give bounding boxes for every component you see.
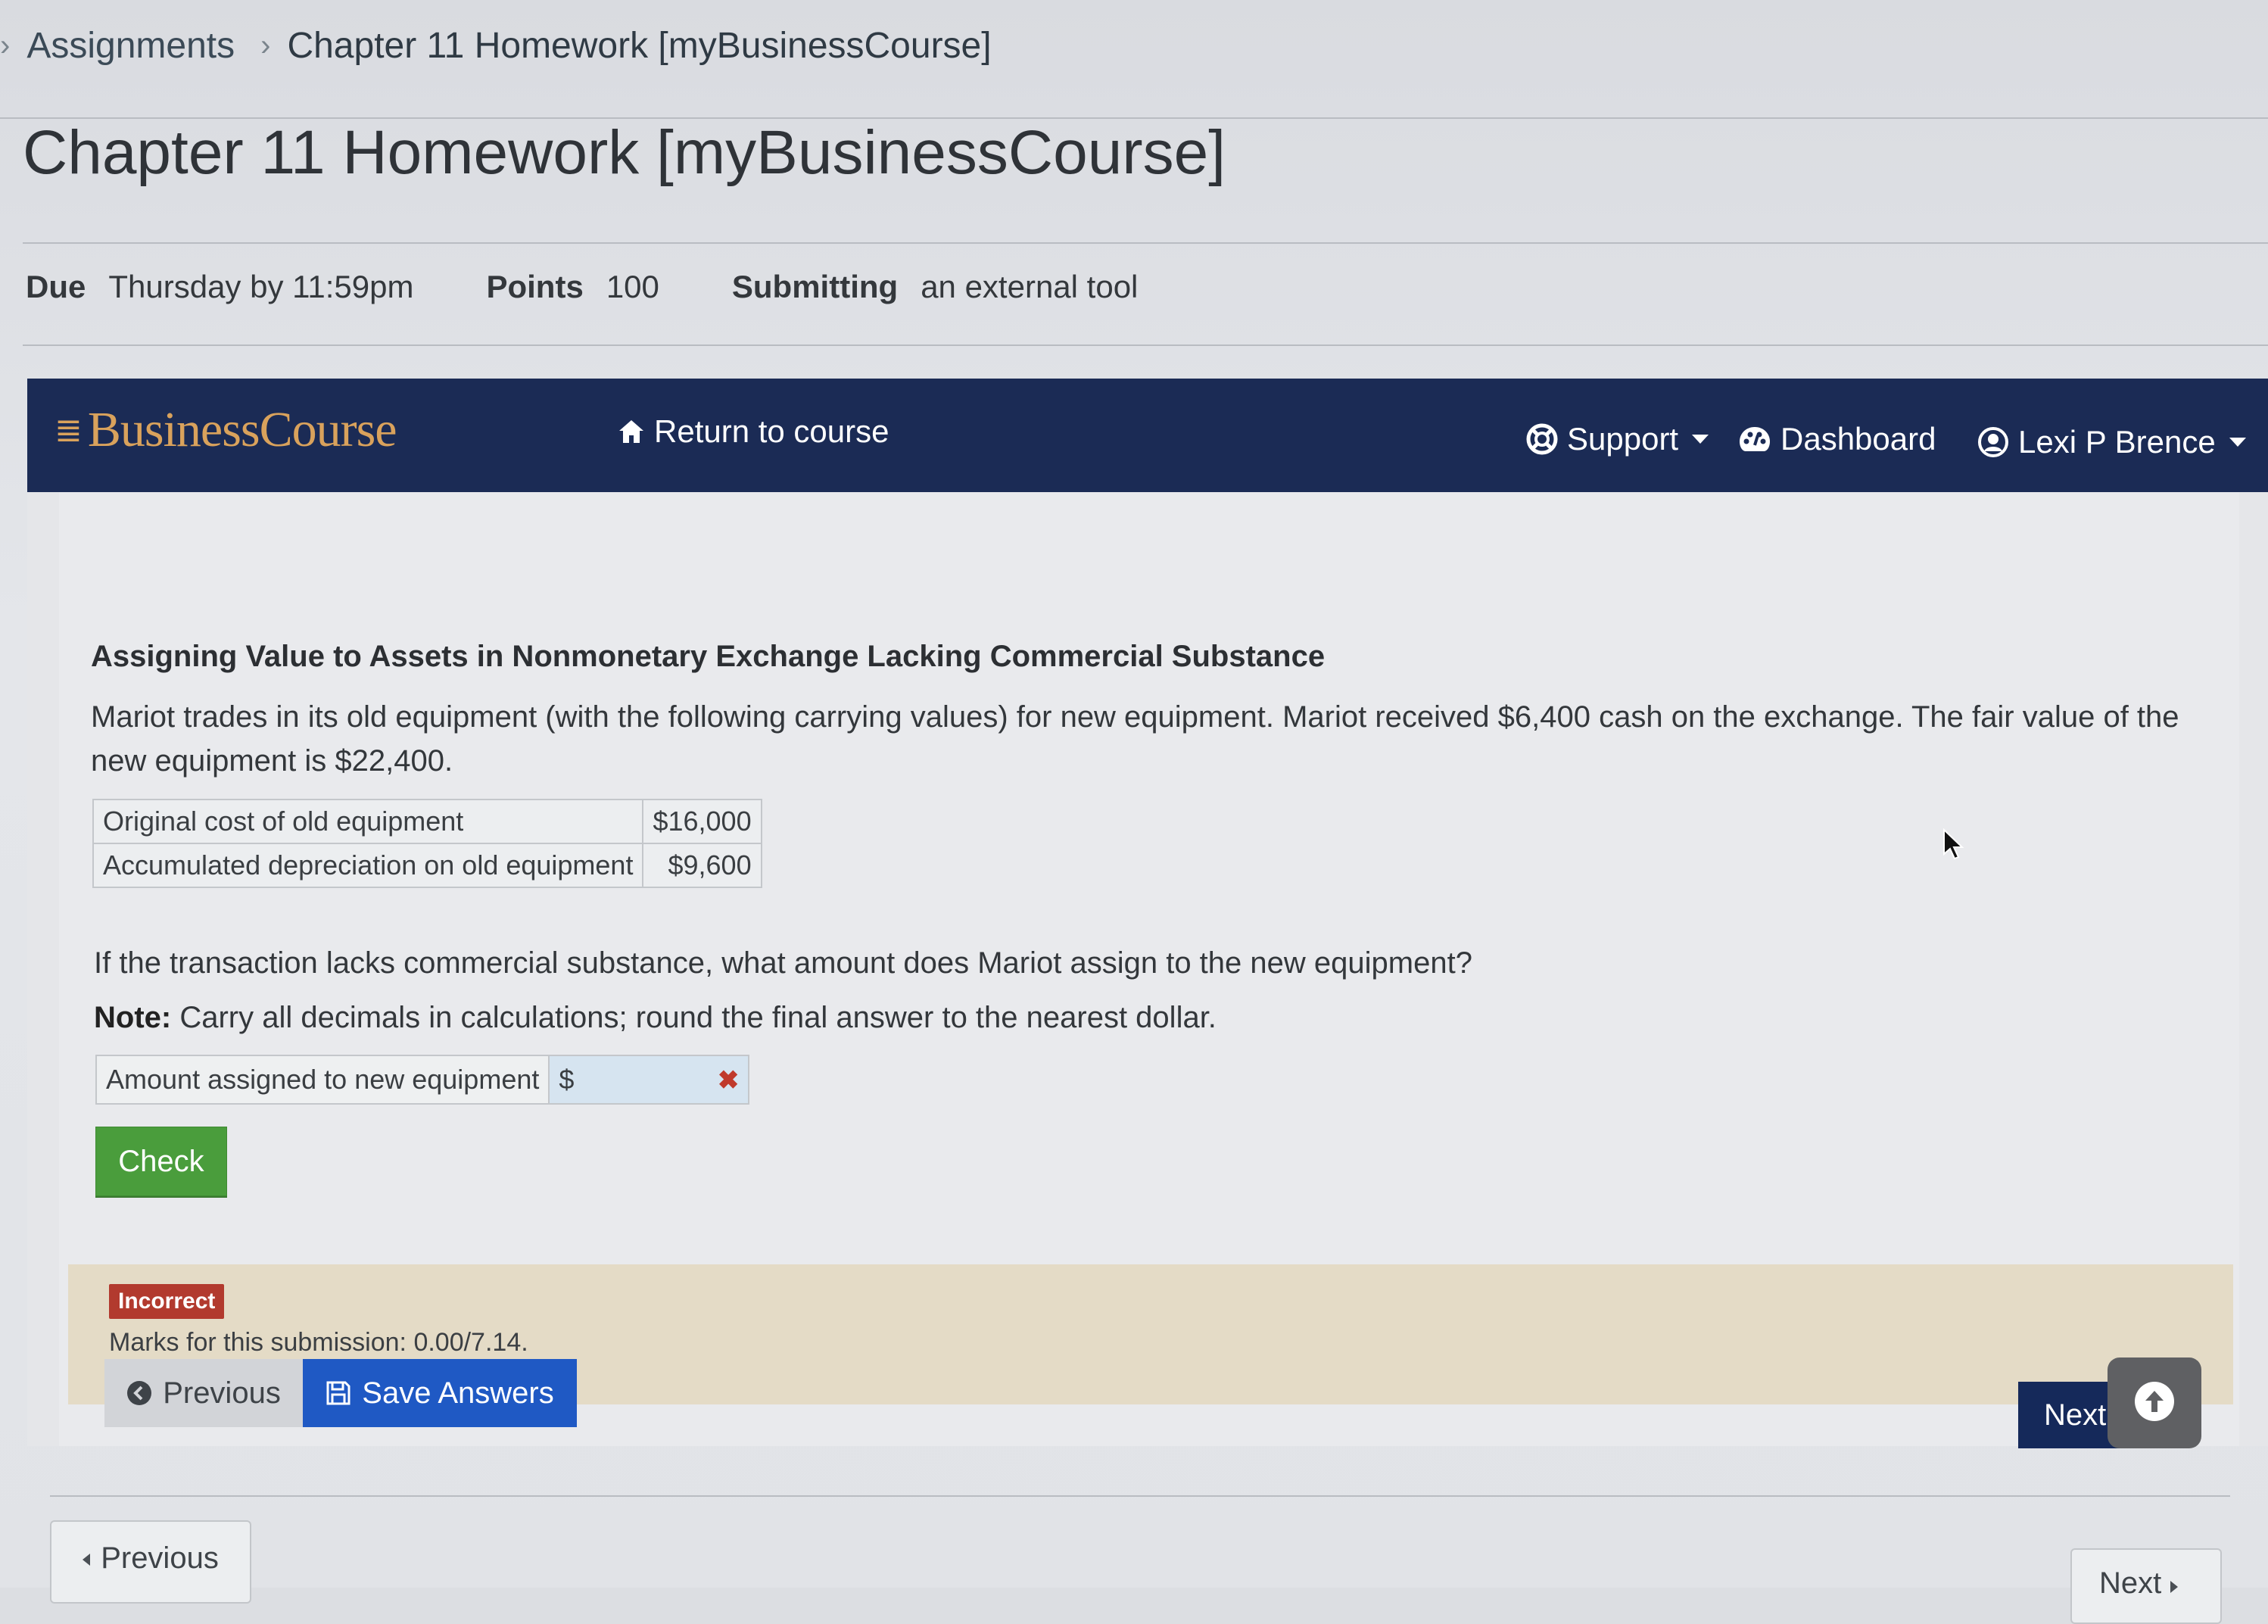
caret-down-icon xyxy=(2229,438,2246,447)
table-cell-label: Original cost of old equipment xyxy=(92,799,644,844)
breadcrumb-separator-icon: › xyxy=(260,28,271,62)
dashboard-label: Dashboard xyxy=(1780,421,1936,457)
floppy-disk-icon xyxy=(326,1380,351,1406)
incorrect-badge: Incorrect xyxy=(109,1284,225,1319)
user-menu[interactable]: Lexi P Brence xyxy=(1977,424,2246,460)
user-circle-icon xyxy=(1977,426,2009,458)
caret-right-icon xyxy=(2170,1581,2179,1593)
caret-down-icon xyxy=(1692,435,1709,444)
answer-row: Amount assigned to new equipment $ ✖ xyxy=(95,1055,750,1105)
mouse-pointer-icon xyxy=(1942,828,1965,865)
due-value: Thursday by 11:59pm xyxy=(108,269,414,304)
close-icon: ✖ xyxy=(717,1066,740,1095)
table-cell-value: $9,600 xyxy=(642,843,762,888)
question-prompt: If the transaction lacks commercial subs… xyxy=(94,946,1472,980)
divider xyxy=(50,1495,2230,1497)
question-note: Note: Carry all decimals in calculations… xyxy=(94,1001,1217,1035)
answer-field-wrapper: $ ✖ xyxy=(550,1056,749,1103)
breadcrumb-separator-icon: › xyxy=(0,28,11,62)
amount-input[interactable] xyxy=(578,1060,703,1099)
module-next-label: Next xyxy=(2099,1566,2162,1600)
user-name: Lexi P Brence xyxy=(2018,424,2216,460)
brand-name: BusinessCourse xyxy=(87,402,397,457)
table-cell-value: $16,000 xyxy=(642,799,762,844)
question-body: Mariot trades in its old equipment (with… xyxy=(91,700,2179,778)
check-button[interactable]: Check xyxy=(95,1127,227,1196)
save-answers-button[interactable]: Save Answers xyxy=(303,1359,577,1427)
support-label: Support xyxy=(1567,421,1679,457)
breadcrumb: › Assignments › Chapter 11 Homework [myB… xyxy=(0,15,992,76)
lifebuoy-icon xyxy=(1526,423,1558,455)
module-previous-label: Previous xyxy=(101,1541,219,1575)
divider xyxy=(23,344,2268,346)
page-title: Chapter 11 Homework [myBusinessCourse] xyxy=(23,118,1226,187)
submitting-label: Submitting xyxy=(731,269,899,304)
table-cell-label: Accumulated depreciation on old equipmen… xyxy=(92,843,644,888)
dashboard-link[interactable]: Dashboard xyxy=(1738,421,1936,457)
previous-label: Previous xyxy=(163,1376,281,1410)
scroll-to-top-button[interactable] xyxy=(2108,1357,2201,1448)
breadcrumb-assignments-link[interactable]: Assignments xyxy=(26,25,235,67)
brand-logo[interactable]: ≣ BusinessCourse xyxy=(55,401,397,459)
book-icon: ≣ xyxy=(55,411,83,449)
external-tool-frame: ≣ BusinessCourse Return to course Suppor… xyxy=(27,379,2268,1448)
home-icon xyxy=(618,419,645,444)
question-title: Assigning Value to Assets in Nonmonetary… xyxy=(91,640,1326,673)
breadcrumb-current: Chapter 11 Homework [myBusinessCourse] xyxy=(287,25,992,66)
submitting-value: an external tool xyxy=(921,269,1139,304)
assignment-details: Due Thursday by 11:59pm Points 100 Submi… xyxy=(26,269,1210,305)
previous-question-button[interactable]: Previous xyxy=(104,1359,303,1427)
arrow-circle-up-icon xyxy=(2133,1380,2176,1426)
return-to-course-link[interactable]: Return to course xyxy=(618,413,889,450)
save-answers-label: Save Answers xyxy=(362,1376,554,1410)
module-previous-button[interactable]: Previous xyxy=(50,1520,251,1604)
caret-left-icon xyxy=(83,1554,91,1566)
marks-text: Marks for this submission: 0.00/7.14. xyxy=(109,1328,528,1357)
table-row: Accumulated depreciation on old equipmen… xyxy=(92,843,762,888)
chevron-circle-left-icon xyxy=(126,1380,152,1406)
note-label: Note: xyxy=(94,1001,172,1034)
currency-symbol: $ xyxy=(559,1064,575,1095)
module-next-button[interactable]: Next xyxy=(2070,1548,2222,1624)
next-label: Next xyxy=(2044,1398,2107,1432)
palette-icon xyxy=(1738,425,1771,454)
note-text: Carry all decimals in calculations; roun… xyxy=(171,1001,1217,1034)
question-panel: Assigning Value to Assets in Nonmonetary… xyxy=(59,492,2239,1446)
points-value: 100 xyxy=(606,269,659,304)
return-to-course-label: Return to course xyxy=(654,413,889,449)
due-label: Due xyxy=(26,269,86,304)
table-row: Original cost of old equipment $16,000 xyxy=(92,799,762,844)
carrying-values-table: Original cost of old equipment $16,000 A… xyxy=(92,799,762,888)
points-label: Points xyxy=(486,269,584,304)
divider xyxy=(23,242,2268,244)
answer-label: Amount assigned to new equipment xyxy=(97,1056,550,1103)
page: › Assignments › Chapter 11 Homework [myB… xyxy=(0,0,2268,1624)
support-menu[interactable]: Support xyxy=(1526,421,1709,457)
tool-navbar: ≣ BusinessCourse Return to course Suppor… xyxy=(27,379,2268,492)
